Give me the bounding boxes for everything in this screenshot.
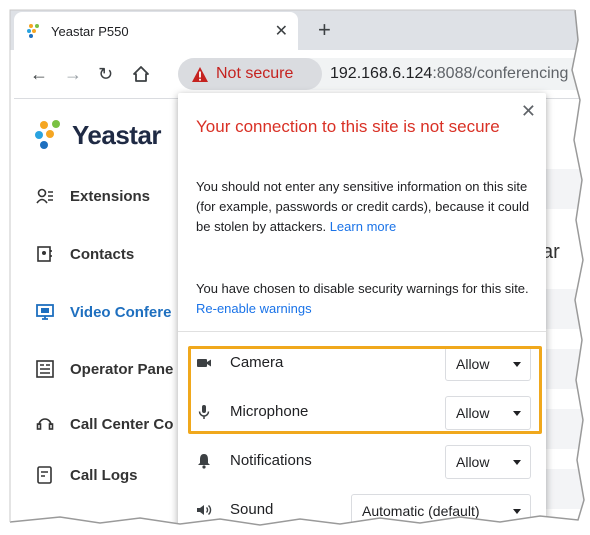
microphone-permission-select[interactable]: Allow	[445, 396, 531, 430]
url-host: 192.168.6.124	[330, 65, 433, 82]
call-logs-icon	[36, 466, 54, 484]
permission-label: Notifications	[230, 452, 312, 469]
extensions-icon	[36, 187, 54, 205]
security-chip[interactable]: Not secure	[178, 58, 322, 90]
sound-permission-select[interactable]: Automatic (default)	[351, 494, 531, 528]
forward-arrow-icon[interactable]: →	[64, 64, 82, 84]
select-value: Allow	[456, 405, 490, 421]
site-info-popup: ✕ Your connection to this site is not se…	[178, 93, 546, 533]
operator-panel-icon	[36, 360, 54, 378]
not-secure-label: Not secure	[216, 65, 294, 82]
popup-title: Your connection to this site is not secu…	[196, 117, 500, 136]
home-icon[interactable]	[132, 65, 150, 83]
sidebar-item-label: Call Logs	[70, 466, 138, 484]
warning-triangle-icon	[192, 66, 208, 82]
contacts-icon	[36, 245, 54, 263]
sidebar-item-contacts[interactable]: Contacts	[36, 245, 134, 263]
permission-label: Camera	[230, 354, 284, 371]
sidebar-item-label: Call Center Co	[70, 415, 174, 433]
permission-label: Microphone	[230, 403, 309, 420]
yeastar-favicon-icon	[27, 24, 39, 38]
call-center-icon	[36, 415, 54, 433]
sidebar-item-label: Video Confere	[70, 303, 172, 321]
camera-permission-select[interactable]: Allow	[445, 347, 531, 381]
sidebar-item-video-conference[interactable]: Video Confere	[36, 303, 171, 321]
sidebar: Yeastar Extensions Contacts Video Confer…	[14, 99, 191, 529]
close-icon[interactable]: ✕	[521, 101, 536, 122]
chevron-down-icon	[513, 459, 521, 465]
select-value: Allow	[456, 454, 490, 470]
permission-label: Sound	[230, 501, 274, 518]
chevron-down-icon	[513, 410, 521, 416]
divider	[178, 331, 546, 332]
permission-sound: Sound Automatic (default)	[192, 492, 537, 528]
camera-icon	[197, 359, 211, 367]
sidebar-item-label: Operator Pane	[70, 360, 174, 378]
disabled-body: You have chosen to disable security warn…	[196, 281, 529, 296]
learn-more-link[interactable]: Learn more	[330, 219, 396, 234]
notifications-permission-select[interactable]: Allow	[445, 445, 531, 479]
browser-tab[interactable]: Yeastar P550 ✕	[14, 12, 298, 50]
select-value: Allow	[456, 356, 490, 372]
chevron-down-icon	[513, 361, 521, 367]
sidebar-item-label: Extensions	[70, 187, 151, 205]
browser-toolbar: ← → ↻ Not secure 192.168.6.124:8088/conf…	[14, 50, 590, 99]
popup-disabled-text: You have chosen to disable security warn…	[196, 279, 538, 319]
speaker-icon	[197, 504, 212, 516]
permission-microphone: Microphone Allow	[192, 394, 537, 430]
video-conference-icon	[36, 303, 54, 321]
tab-title: Yeastar P550	[51, 23, 129, 39]
permission-notifications: Notifications Allow	[192, 443, 537, 479]
permission-camera: Camera Allow	[192, 345, 537, 381]
sidebar-item-call-logs[interactable]: Call Logs	[36, 466, 138, 484]
chevron-down-icon	[513, 508, 521, 514]
url-path: :8088/conferencing	[432, 65, 569, 82]
microphone-icon	[198, 405, 210, 419]
yeastar-logo: Yeastar	[34, 119, 162, 151]
reenable-warnings-link[interactable]: Re-enable warnings	[196, 301, 312, 316]
sidebar-item-label: Contacts	[70, 245, 135, 263]
popup-warning-text: You should not enter any sensitive infor…	[196, 177, 538, 237]
tab-close-icon[interactable]: ✕	[275, 21, 288, 41]
back-arrow-icon[interactable]: ←	[30, 64, 48, 84]
sidebar-item-operator-panel[interactable]: Operator Pane	[36, 360, 173, 378]
reload-icon[interactable]: ↻	[98, 64, 113, 84]
sidebar-item-extensions[interactable]: Extensions	[36, 187, 150, 205]
select-value: Automatic (default)	[362, 503, 480, 519]
logo-text: Yeastar	[72, 119, 162, 150]
omnibox[interactable]: Not secure 192.168.6.124:8088/conferenci…	[178, 58, 590, 90]
address-url[interactable]: 192.168.6.124:8088/conferencing	[330, 65, 568, 83]
new-tab-icon[interactable]: +	[318, 19, 331, 41]
bell-icon	[198, 454, 210, 469]
yeastar-logo-icon	[35, 120, 60, 149]
sidebar-item-call-center[interactable]: Call Center Co	[36, 415, 173, 433]
